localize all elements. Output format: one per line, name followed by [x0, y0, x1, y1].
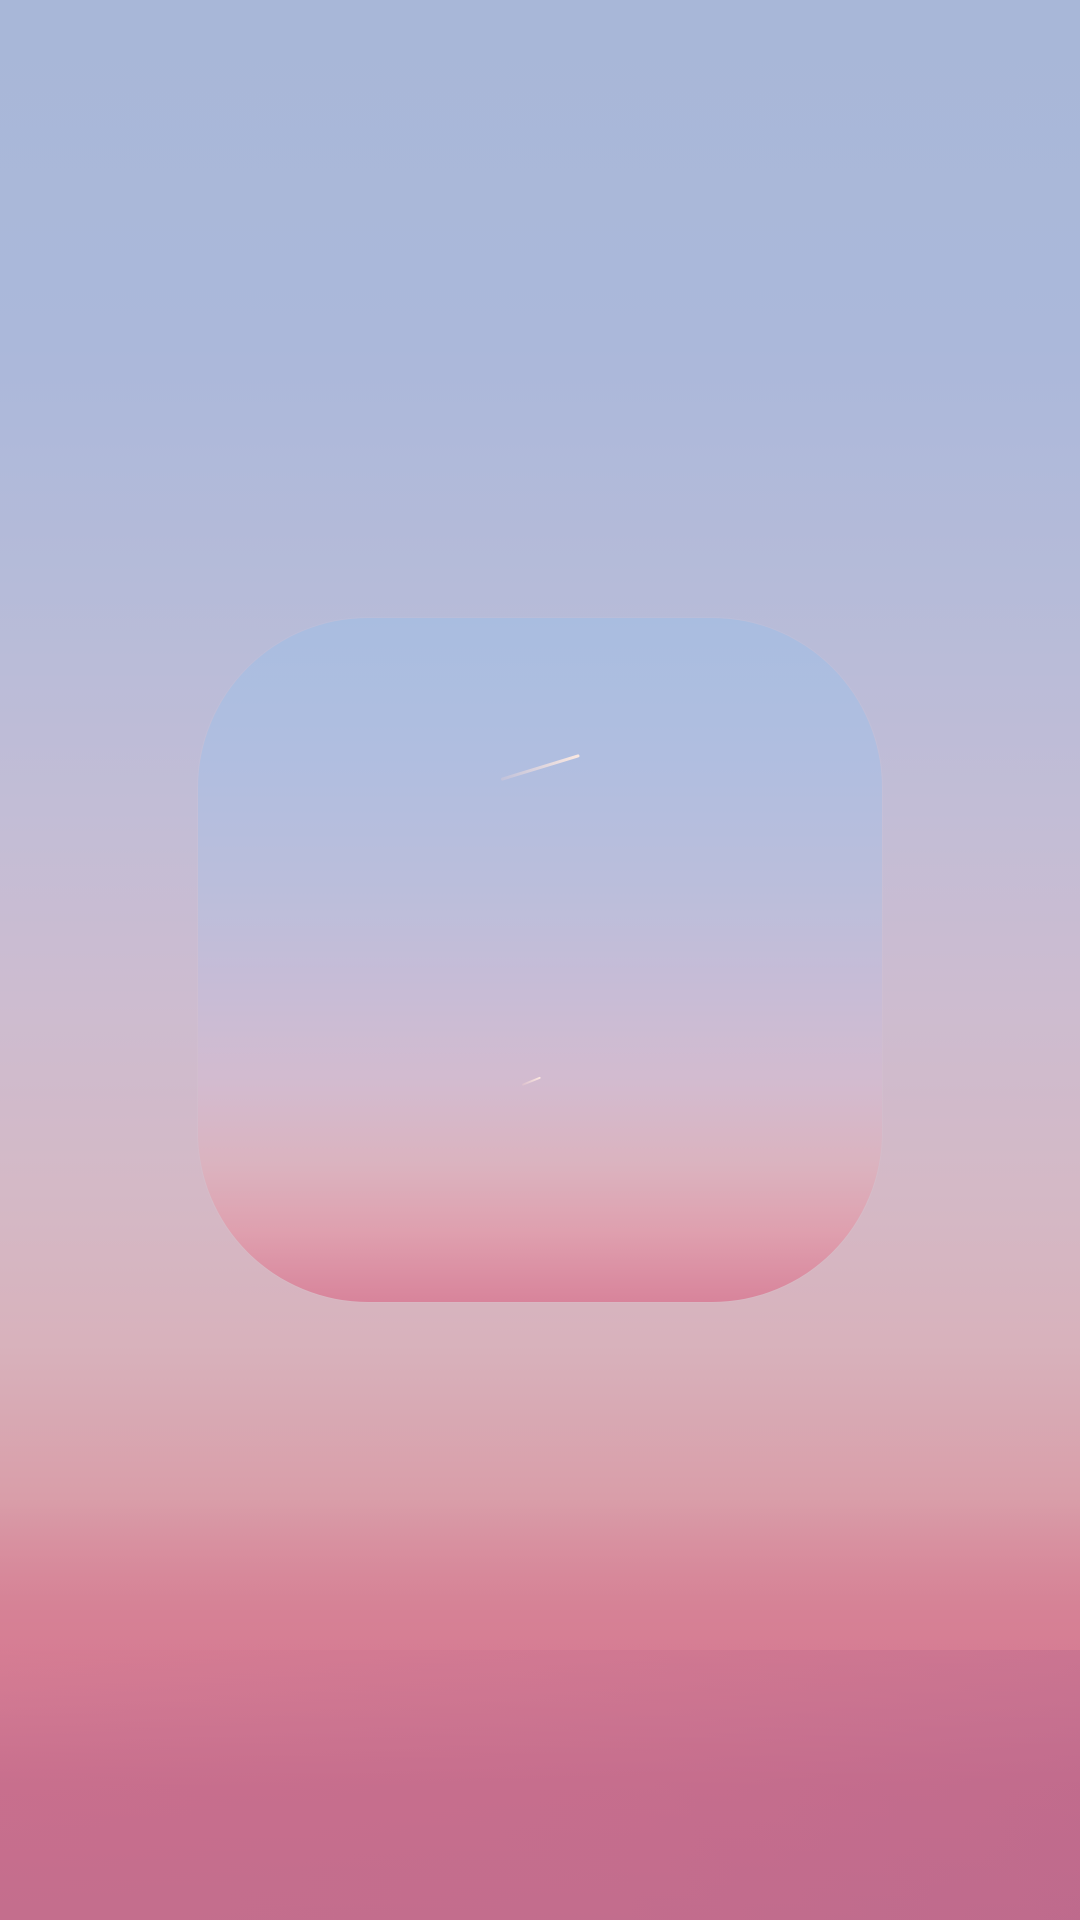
long-contrail-icon — [500, 754, 580, 781]
horizon-haze-band — [0, 1650, 1080, 1920]
sunset-wallpaper — [0, 0, 1080, 1920]
short-contrail-icon — [521, 1076, 541, 1086]
sky-window-rounded-square — [198, 618, 882, 1302]
pink-haze-band — [0, 1500, 1080, 1720]
